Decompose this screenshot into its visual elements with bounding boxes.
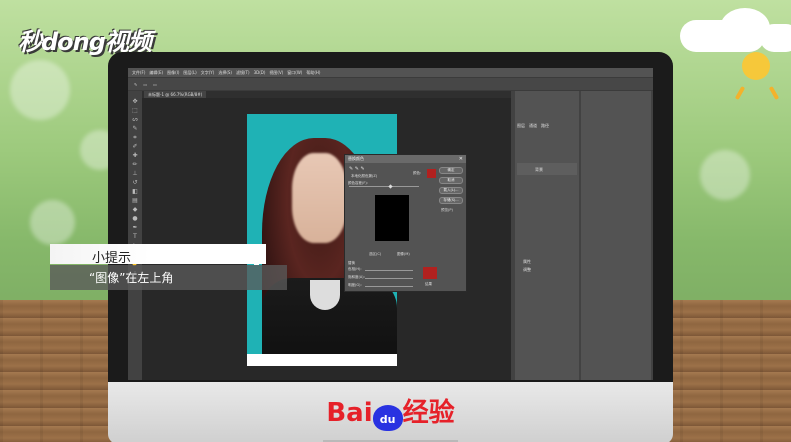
selection-radio[interactable]: 选区(C) (369, 252, 381, 257)
pen-tool-icon[interactable]: ✒ (131, 225, 139, 231)
layers-panel: 图层 通道 路径 背景 属性 调整 (515, 91, 579, 380)
target-color-swatch[interactable] (427, 169, 436, 178)
replace-color-dialog: 替换颜色 ✕ ✎ ✎ ✎ 本地化颜色簇(Z) 颜色: 颜色容差(F): 选区(C… (344, 154, 467, 292)
result-label: 结果 (425, 282, 432, 286)
monitor: Bai du 经验 文件(F) 编辑(E) 图像(I) 图层(L) 文字(Y) 选择(S) 滤镜… (108, 52, 673, 442)
ok-button[interactable]: 确定 (439, 167, 463, 174)
bokeh-light (700, 150, 750, 200)
hue-slider[interactable] (365, 270, 413, 271)
tip-decoration (244, 256, 252, 264)
eraser-tool-icon[interactable]: ◧ (131, 189, 139, 195)
menu-item[interactable]: 图层(L) (183, 68, 196, 77)
clone-stamp-icon[interactable]: ⊥ (131, 171, 139, 177)
quick-select-icon[interactable]: ✎ (131, 126, 139, 132)
saturation-slider[interactable] (365, 278, 413, 279)
close-icon[interactable]: ✕ (459, 155, 463, 163)
move-tool-icon[interactable]: ✥ (131, 99, 139, 105)
menu-item[interactable]: 帮助(H) (306, 68, 320, 77)
localized-clusters-checkbox[interactable]: 本地化颜色簇(Z) (351, 174, 377, 179)
eyedropper-icons[interactable]: ✎ ✎ ✎ (349, 166, 365, 172)
replace-section-label: 替换 (348, 261, 355, 265)
tab-layers[interactable]: 图层 (517, 123, 525, 129)
dodge-tool-icon[interactable]: ● (131, 216, 139, 222)
gradient-tool-icon[interactable]: ▤ (131, 198, 139, 204)
tip-title-box (50, 244, 266, 264)
sample-select[interactable]: ▭ (153, 82, 157, 87)
result-color-swatch[interactable] (423, 267, 437, 279)
sun-ray (768, 85, 780, 101)
document-tab-bar: 未标题-1 @ 66.7%(RGB/8#) (142, 91, 511, 98)
tools-panel: ✥ ⬚ ᔕ ✎ ⌗ ✐ ✚ ✏ ⊥ ↺ ◧ ▤ ◆ ● ✒ T ➤ ▭ ✋ ⌕ (128, 91, 142, 380)
history-panel (581, 91, 651, 380)
saturation-label: 饱和度(A): (348, 275, 365, 279)
right-panels: 图层 通道 路径 背景 属性 调整 (511, 91, 653, 380)
color-label: 颜色: (413, 171, 422, 175)
tab-channels[interactable]: 通道 (529, 123, 537, 129)
cancel-button[interactable]: 取消 (439, 177, 463, 184)
menu-item[interactable]: 滤镜(T) (236, 68, 250, 77)
image-radio[interactable]: 图像(M) (397, 252, 410, 257)
menu-item[interactable]: 文字(Y) (201, 68, 215, 77)
tab-paths[interactable]: 路径 (541, 123, 549, 129)
menu-item[interactable]: 3D(D) (254, 68, 266, 77)
healing-brush-icon[interactable]: ✚ (131, 153, 139, 159)
portrait-face-blurred (292, 153, 347, 243)
load-button[interactable]: 载入(L)... (439, 187, 463, 194)
lightness-slider[interactable] (365, 286, 413, 287)
history-brush-icon[interactable]: ↺ (131, 180, 139, 186)
eyedropper-icon[interactable]: ✎ (134, 82, 137, 87)
marquee-tool-icon[interactable]: ⬚ (131, 108, 139, 114)
menu-item[interactable]: 视图(V) (269, 68, 283, 77)
photoshop-screen: 文件(F) 编辑(E) 图像(I) 图层(L) 文字(Y) 选择(S) 滤镜(T) 3D(D)… (128, 68, 653, 380)
blur-tool-icon[interactable]: ◆ (131, 207, 139, 213)
preview-checkbox[interactable]: 预览(P) (441, 208, 453, 213)
baidu-paw-icon: du (372, 405, 403, 431)
cloud (760, 24, 791, 52)
fuzziness-knob[interactable] (388, 184, 393, 189)
lasso-tool-icon[interactable]: ᔕ (131, 117, 139, 123)
menu-item[interactable]: 窗口(W) (287, 68, 302, 77)
sun-ray (734, 85, 746, 101)
properties-icon[interactable]: 属性 (523, 259, 531, 265)
menu-item[interactable]: 选择(S) (218, 68, 232, 77)
save-button[interactable]: 存储(S)... (439, 197, 463, 204)
document-tab[interactable]: 未标题-1 @ 66.7%(RGB/8#) (144, 91, 207, 98)
eyedropper-tool-icon[interactable]: ✐ (131, 144, 139, 150)
type-tool-icon[interactable]: T (131, 234, 139, 240)
sample-size-select[interactable]: ▭ (143, 82, 147, 87)
bokeh-light (10, 60, 70, 120)
sun-icon (742, 52, 770, 80)
tip-title: 小提示 (92, 251, 132, 266)
layer-name: 背景 (535, 167, 543, 172)
canvas-area[interactable]: 替换颜色 ✕ ✎ ✎ ✎ 本地化颜色簇(Z) 颜色: 颜色容差(F): 选区(C… (142, 98, 511, 380)
bokeh-light (30, 200, 75, 245)
layer-row-background[interactable]: 背景 (517, 163, 577, 175)
menu-item[interactable]: 文件(F) (132, 68, 145, 77)
fuzziness-slider[interactable] (349, 186, 419, 187)
menu-bar: 文件(F) 编辑(E) 图像(I) 图层(L) 文字(Y) 选择(S) 滤镜(T) 3D(D)… (128, 68, 653, 77)
menu-item[interactable]: 图像(I) (167, 68, 179, 77)
lightness-label: 明度(G): (348, 283, 362, 287)
crop-tool-icon[interactable]: ⌗ (131, 135, 139, 141)
photo-bottom-edge (247, 354, 397, 366)
hue-label: 色相(H): (348, 267, 362, 271)
tip-body: “图像”在左上角 (89, 271, 174, 285)
selection-preview (375, 195, 409, 241)
dialog-title: 替换颜色 (345, 155, 466, 163)
portrait-shirt (310, 280, 340, 310)
menu-item[interactable]: 编辑(E) (149, 68, 163, 77)
adjustments-icon[interactable]: 调整 (523, 267, 531, 273)
options-bar: ✎ ▭ ▭ (128, 78, 653, 90)
brush-tool-icon[interactable]: ✏ (131, 162, 139, 168)
baidu-logo: Bai du 经验 (108, 392, 673, 431)
